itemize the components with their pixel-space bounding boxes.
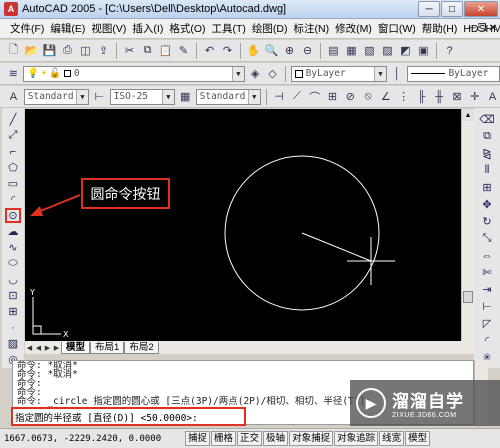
- vertical-scroll-thumb[interactable]: [463, 291, 473, 303]
- lineweight-toggle[interactable]: 线宽: [379, 431, 405, 446]
- tab-layout1[interactable]: 布局1: [90, 341, 125, 354]
- last-tab-icon[interactable]: ▶: [52, 344, 61, 352]
- coordinate-readout: 1667.0673, -2229.2420, 0.0000: [4, 433, 162, 444]
- callout-arrow-line: [37, 194, 81, 213]
- circle-command-callout: 圆命令按钮: [81, 178, 170, 209]
- snap-toggle[interactable]: 捕捉: [185, 431, 211, 446]
- watermark-play-icon: ▶: [356, 388, 386, 418]
- polar-toggle[interactable]: 极轴: [263, 431, 289, 446]
- scroll-up-icon[interactable]: ▲: [462, 109, 474, 121]
- osnap-toggle[interactable]: 对象捕捉: [289, 431, 334, 446]
- callout-arrow-head: [30, 206, 43, 216]
- layout-tabs: ◀ ◀ ▶ ▶ 模型 布局1 布局2: [25, 341, 474, 354]
- tab-layout2[interactable]: 布局2: [124, 341, 159, 354]
- tab-model[interactable]: 模型: [61, 341, 91, 354]
- prev-tab-icon[interactable]: ◀: [34, 344, 43, 352]
- command-line: 命令: *取消*: [17, 369, 78, 380]
- watermark-url: ZIXUE.3D66.COM: [392, 412, 457, 419]
- ortho-toggle[interactable]: 正交: [237, 431, 263, 446]
- next-tab-icon[interactable]: ▶: [43, 344, 52, 352]
- horizontal-scrollbar[interactable]: [159, 342, 474, 354]
- watermark-title: 溜溜自学: [392, 392, 464, 411]
- grid-toggle[interactable]: 栅格: [211, 431, 237, 446]
- command-prompt-input[interactable]: 指定圆的半径或 [直径(D)] <50.0000>:: [11, 407, 246, 426]
- command-line: 命令: *取消*: [17, 360, 78, 371]
- status-bar: 1667.0673, -2229.2420, 0.0000 捕捉 栅格 正交 极…: [0, 428, 500, 448]
- first-tab-icon[interactable]: ◀: [25, 344, 34, 352]
- vertical-scrollbar[interactable]: ▲: [461, 109, 474, 341]
- otrack-toggle[interactable]: 对象追踪: [334, 431, 379, 446]
- watermark: ▶ 溜溜自学 ZIXUE.3D66.COM: [350, 380, 500, 426]
- model-toggle[interactable]: 模型: [405, 431, 431, 446]
